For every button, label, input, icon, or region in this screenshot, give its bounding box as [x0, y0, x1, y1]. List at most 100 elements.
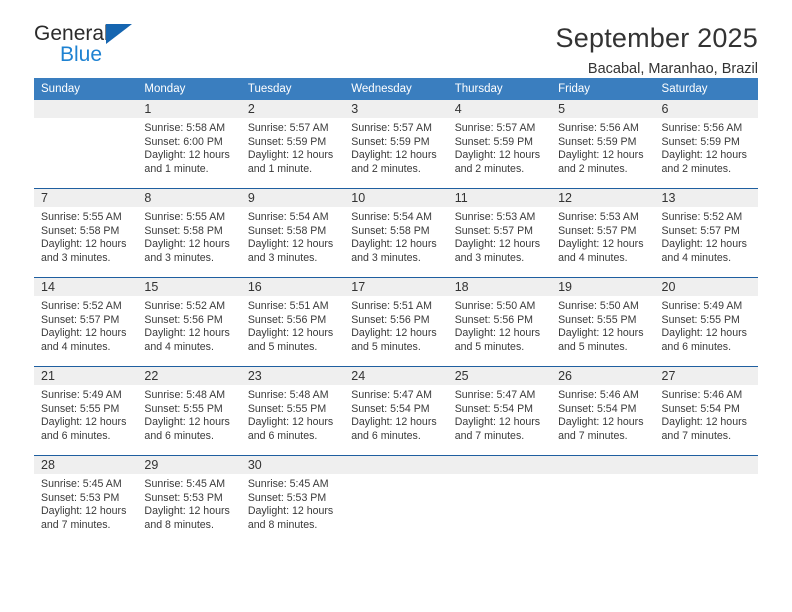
weekday-header-wednesday: Wednesday [344, 78, 448, 100]
daylight-text: Daylight: 12 hours and 8 minutes. [144, 505, 230, 531]
day-cell[interactable]: 27 Sunrise: 5:46 AM Sunset: 5:54 PM Dayl… [654, 366, 758, 456]
sunrise-text: Sunrise: 5:48 AM [247, 389, 329, 401]
day-cell[interactable]: 15 Sunrise: 5:52 AM Sunset: 5:56 PM Dayl… [137, 277, 241, 367]
day-cell[interactable]: 9 Sunrise: 5:54 AM Sunset: 5:58 PM Dayli… [240, 188, 345, 278]
day-cell[interactable]: 6 Sunrise: 5:56 AM Sunset: 5:59 PM Dayli… [654, 100, 758, 189]
day-details: Sunrise: 5:57 AM Sunset: 5:59 PM Dayligh… [241, 118, 344, 176]
day-cell[interactable]: 12 Sunrise: 5:53 AM Sunset: 5:57 PM Dayl… [551, 188, 655, 278]
day-cell[interactable]: 21 Sunrise: 5:49 AM Sunset: 5:55 PM Dayl… [34, 366, 138, 456]
sunrise-text: Sunrise: 5:45 AM [247, 478, 329, 490]
day-number: 4 [447, 100, 552, 118]
day-details: Sunrise: 5:51 AM Sunset: 5:56 PM Dayligh… [241, 296, 344, 354]
daylight-text: Daylight: 12 hours and 4 minutes. [144, 327, 230, 353]
day-cell[interactable]: 28 Sunrise: 5:45 AM Sunset: 5:53 PM Dayl… [34, 455, 138, 544]
day-cell[interactable]: 16 Sunrise: 5:51 AM Sunset: 5:56 PM Dayl… [240, 277, 345, 367]
sunset-text: Sunset: 5:55 PM [144, 402, 223, 415]
sunset-text: Sunset: 5:53 PM [144, 491, 223, 504]
day-cell[interactable]: 3 Sunrise: 5:57 AM Sunset: 5:59 PM Dayli… [344, 100, 448, 189]
day-cell[interactable]: 7 Sunrise: 5:55 AM Sunset: 5:58 PM Dayli… [34, 188, 138, 278]
day-cell[interactable]: 20 Sunrise: 5:49 AM Sunset: 5:55 PM Dayl… [654, 277, 758, 367]
calendar-header-row: Sunday Monday Tuesday Wednesday Thursday… [34, 78, 758, 100]
day-cell[interactable]: 26 Sunrise: 5:46 AM Sunset: 5:54 PM Dayl… [551, 366, 655, 456]
sunrise-text: Sunrise: 5:52 AM [41, 300, 122, 312]
day-number: 11 [447, 189, 552, 207]
daylight-text: Daylight: 12 hours and 5 minutes. [454, 327, 541, 353]
day-number: 5 [551, 100, 655, 118]
day-number: 10 [344, 189, 448, 207]
day-cell[interactable]: 13 Sunrise: 5:52 AM Sunset: 5:57 PM Dayl… [654, 188, 758, 278]
day-details: Sunrise: 5:47 AM Sunset: 5:54 PM Dayligh… [344, 385, 447, 443]
calendar-page: General Blue September 2025 Bacabal, Mar… [0, 0, 792, 612]
day-number: 24 [344, 367, 448, 385]
day-number [551, 456, 655, 474]
day-details: Sunrise: 5:56 AM Sunset: 5:59 PM Dayligh… [655, 118, 758, 176]
day-cell[interactable]: 23 Sunrise: 5:48 AM Sunset: 5:55 PM Dayl… [240, 366, 345, 456]
day-cell[interactable]: 25 Sunrise: 5:47 AM Sunset: 5:54 PM Dayl… [447, 366, 552, 456]
day-number: 29 [137, 456, 241, 474]
day-cell[interactable]: 22 Sunrise: 5:48 AM Sunset: 5:55 PM Dayl… [137, 366, 241, 456]
day-details [344, 474, 447, 478]
logo-text-blue: Blue [60, 43, 103, 66]
daylight-text: Daylight: 12 hours and 7 minutes. [454, 416, 541, 442]
sunrise-text: Sunrise: 5:56 AM [661, 122, 743, 134]
day-details: Sunrise: 5:53 AM Sunset: 5:57 PM Dayligh… [448, 207, 551, 265]
day-details: Sunrise: 5:49 AM Sunset: 5:55 PM Dayligh… [655, 296, 758, 354]
day-cell[interactable]: 11 Sunrise: 5:53 AM Sunset: 5:57 PM Dayl… [447, 188, 552, 278]
daylight-text: Daylight: 12 hours and 5 minutes. [351, 327, 437, 353]
sunset-text: Sunset: 5:56 PM [454, 313, 534, 326]
day-cell[interactable]: 29 Sunrise: 5:45 AM Sunset: 5:53 PM Dayl… [137, 455, 241, 544]
day-cell[interactable] [34, 100, 138, 189]
day-cell[interactable] [551, 455, 655, 544]
day-cell[interactable]: 30 Sunrise: 5:45 AM Sunset: 5:53 PM Dayl… [240, 455, 345, 544]
day-cell[interactable]: 24 Sunrise: 5:47 AM Sunset: 5:54 PM Dayl… [344, 366, 448, 456]
day-number: 13 [654, 189, 758, 207]
sunset-text: Sunset: 5:57 PM [661, 224, 740, 237]
daylight-text: Daylight: 12 hours and 6 minutes. [351, 416, 437, 442]
sunrise-text: Sunrise: 5:58 AM [144, 122, 226, 134]
sunset-text: Sunset: 5:56 PM [351, 313, 430, 326]
day-cell[interactable]: 1 Sunrise: 5:58 AM Sunset: 6:00 PM Dayli… [137, 100, 241, 189]
daylight-text: Daylight: 12 hours and 3 minutes. [247, 238, 334, 264]
day-details: Sunrise: 5:57 AM Sunset: 5:59 PM Dayligh… [344, 118, 447, 176]
day-cell[interactable]: 4 Sunrise: 5:57 AM Sunset: 5:59 PM Dayli… [447, 100, 552, 189]
day-cell[interactable]: 17 Sunrise: 5:51 AM Sunset: 5:56 PM Dayl… [344, 277, 448, 367]
day-number: 16 [240, 278, 345, 296]
sunrise-text: Sunrise: 5:53 AM [558, 211, 639, 223]
week-row: 14 Sunrise: 5:52 AM Sunset: 5:57 PM Dayl… [34, 277, 758, 367]
day-cell[interactable]: 18 Sunrise: 5:50 AM Sunset: 5:56 PM Dayl… [447, 277, 552, 367]
daylight-text: Daylight: 12 hours and 2 minutes. [558, 149, 644, 175]
day-cell[interactable] [447, 455, 552, 544]
day-details: Sunrise: 5:48 AM Sunset: 5:55 PM Dayligh… [241, 385, 344, 443]
day-cell[interactable]: 14 Sunrise: 5:52 AM Sunset: 5:57 PM Dayl… [34, 277, 138, 367]
sunrise-text: Sunrise: 5:57 AM [454, 122, 536, 134]
daylight-text: Daylight: 12 hours and 5 minutes. [558, 327, 644, 353]
day-number [344, 456, 448, 474]
day-cell[interactable]: 19 Sunrise: 5:50 AM Sunset: 5:55 PM Dayl… [551, 277, 655, 367]
weekday-header-friday: Friday [551, 78, 655, 100]
day-number: 17 [344, 278, 448, 296]
sunset-text: Sunset: 5:55 PM [41, 402, 120, 415]
day-number [654, 456, 758, 474]
day-details: Sunrise: 5:51 AM Sunset: 5:56 PM Dayligh… [344, 296, 447, 354]
sunset-text: Sunset: 5:56 PM [247, 313, 327, 326]
daylight-text: Daylight: 12 hours and 4 minutes. [558, 238, 644, 264]
sunrise-text: Sunrise: 5:56 AM [558, 122, 639, 134]
sunset-text: Sunset: 5:59 PM [247, 135, 327, 148]
daylight-text: Daylight: 12 hours and 3 minutes. [144, 238, 230, 264]
calendar-body: 1 Sunrise: 5:58 AM Sunset: 6:00 PM Dayli… [34, 100, 758, 544]
sunrise-text: Sunrise: 5:51 AM [247, 300, 329, 312]
sunset-text: Sunset: 5:55 PM [247, 402, 327, 415]
day-cell[interactable]: 10 Sunrise: 5:54 AM Sunset: 5:58 PM Dayl… [344, 188, 448, 278]
generalblue-logo[interactable]: General Blue [34, 22, 154, 74]
title-block: September 2025 Bacabal, Maranhao, Brazil [556, 22, 758, 80]
day-cell[interactable]: 8 Sunrise: 5:55 AM Sunset: 5:58 PM Dayli… [137, 188, 241, 278]
logo-triangle-icon [106, 24, 132, 44]
day-cell[interactable] [654, 455, 758, 544]
day-cell[interactable] [344, 455, 448, 544]
day-cell[interactable]: 5 Sunrise: 5:56 AM Sunset: 5:59 PM Dayli… [551, 100, 655, 189]
sunset-text: Sunset: 5:54 PM [558, 402, 637, 415]
day-cell[interactable]: 2 Sunrise: 5:57 AM Sunset: 5:59 PM Dayli… [240, 100, 345, 189]
day-number: 22 [137, 367, 241, 385]
daylight-text: Daylight: 12 hours and 3 minutes. [41, 238, 127, 264]
sunrise-text: Sunrise: 5:45 AM [144, 478, 226, 490]
